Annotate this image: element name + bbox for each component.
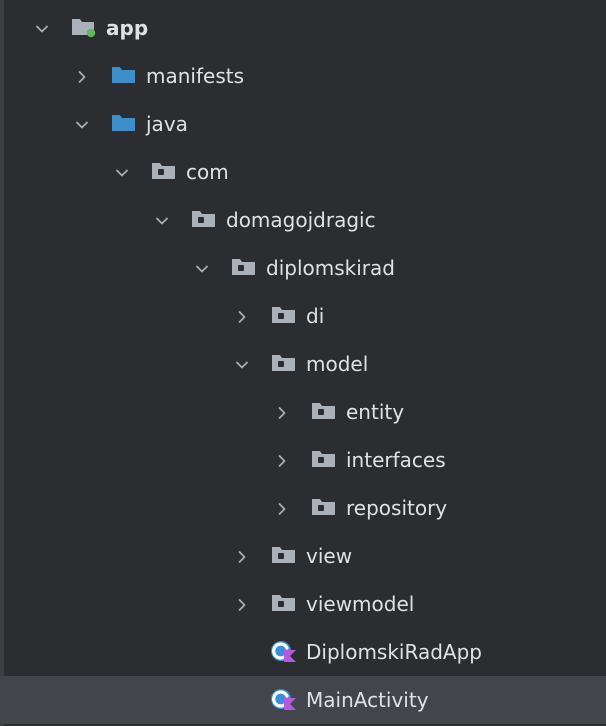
chevron-right-icon[interactable] — [276, 404, 288, 419]
chevron-down-icon[interactable] — [36, 20, 48, 33]
tree-item-label: diplomskirad — [266, 256, 395, 280]
tree-item-label: model — [306, 352, 369, 376]
chevron-down-icon[interactable] — [196, 260, 208, 273]
tree-item-label: DiplomskiRadApp — [306, 640, 482, 664]
project-tree: app manifests java com domagojdragic diplomsk… — [0, 0, 606, 726]
source-folder-icon — [110, 64, 138, 86]
chevron-right-icon[interactable] — [76, 68, 88, 83]
tree-item-label: entity — [346, 400, 405, 424]
package-folder-icon — [190, 208, 218, 230]
tree-item-label: java — [146, 112, 188, 136]
tree-row-manifests[interactable]: manifests — [0, 52, 606, 100]
package-folder-icon — [270, 304, 298, 326]
chevron-down-icon[interactable] — [116, 164, 128, 177]
tree-row-com[interactable]: com — [0, 148, 606, 196]
package-folder-icon — [150, 160, 178, 182]
package-folder-icon — [270, 352, 298, 374]
tree-row-java[interactable]: java — [0, 100, 606, 148]
tree-row-interfaces[interactable]: interfaces — [0, 436, 606, 484]
kotlin-class-icon — [270, 640, 298, 662]
tree-row-app[interactable]: app — [0, 4, 606, 52]
tree-item-label: viewmodel — [306, 592, 415, 616]
tree-item-label: domagojdragic — [226, 208, 376, 232]
chevron-down-icon[interactable] — [156, 212, 168, 225]
tree-row-diplomskirad[interactable]: diplomskirad — [0, 244, 606, 292]
tree-row-diplomskiradapp[interactable]: DiplomskiRadApp — [0, 628, 606, 676]
package-folder-icon — [230, 256, 258, 278]
module-folder-icon — [70, 16, 98, 38]
chevron-down-icon[interactable] — [76, 116, 88, 129]
package-folder-icon — [310, 448, 338, 470]
tree-row-viewmodel[interactable]: viewmodel — [0, 580, 606, 628]
chevron-right-icon[interactable] — [236, 548, 248, 563]
package-folder-icon — [310, 496, 338, 518]
package-folder-icon — [310, 400, 338, 422]
tree-item-label: interfaces — [346, 448, 446, 472]
tree-item-label: app — [106, 16, 149, 40]
tree-item-label: repository — [346, 496, 448, 520]
chevron-right-icon[interactable] — [236, 596, 248, 611]
chevron-right-icon[interactable] — [276, 500, 288, 515]
chevron-right-icon[interactable] — [276, 452, 288, 467]
tree-row-mainactivity[interactable]: MainActivity — [0, 676, 606, 724]
chevron-down-icon[interactable] — [236, 356, 248, 369]
tree-row-di[interactable]: di — [0, 292, 606, 340]
tree-item-label: manifests — [146, 64, 244, 88]
tree-row-view[interactable]: view — [0, 532, 606, 580]
tree-item-label: di — [306, 304, 325, 328]
kotlin-class-icon — [270, 688, 298, 710]
package-folder-icon — [270, 544, 298, 566]
package-folder-icon — [270, 592, 298, 614]
tree-row-repository[interactable]: repository — [0, 484, 606, 532]
tree-item-label: MainActivity — [306, 688, 429, 712]
tree-row-domagojdragic[interactable]: domagojdragic — [0, 196, 606, 244]
tree-item-label: view — [306, 544, 353, 568]
chevron-right-icon[interactable] — [236, 308, 248, 323]
source-folder-icon — [110, 112, 138, 134]
tree-row-entity[interactable]: entity — [0, 388, 606, 436]
tree-row-model[interactable]: model — [0, 340, 606, 388]
tree-item-label: com — [186, 160, 229, 184]
